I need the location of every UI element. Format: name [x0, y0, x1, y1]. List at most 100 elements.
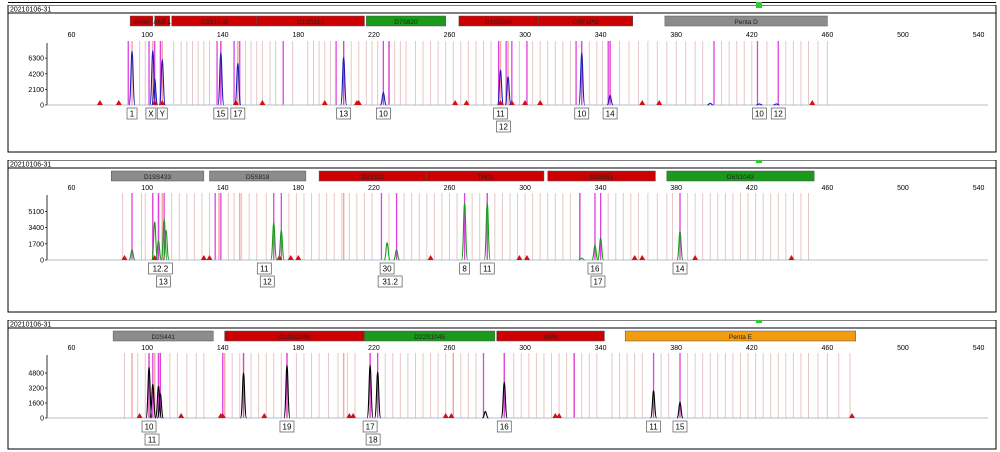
x-tick-label: 180 [292, 185, 304, 192]
y-tick-label: 2100 [28, 87, 44, 94]
artifact-peak [692, 255, 699, 260]
x-tick-label: 460 [822, 185, 834, 192]
allele-label: 11 [148, 436, 157, 445]
artifact-peak [178, 413, 185, 418]
allele-label: 12.2 [153, 265, 169, 274]
marker-label: D7S820 [394, 19, 418, 26]
allele-label: 11 [260, 265, 269, 274]
x-tick-label: 300 [519, 32, 531, 39]
y-tick-label: 0 [40, 103, 44, 110]
allele-label: 10 [379, 110, 388, 119]
allele-label: 15 [216, 110, 225, 119]
artifact-peak [639, 255, 646, 260]
marker-label: vWA [544, 334, 558, 341]
artifact-peak [206, 255, 213, 260]
status-indicator [756, 160, 762, 163]
y-tick-label: 1700 [28, 241, 44, 248]
marker-label: Penta D [734, 19, 758, 26]
allele-label: 18 [369, 436, 378, 445]
allele-label: 15 [676, 423, 685, 432]
artifact-peak [321, 100, 328, 105]
allele-label: 14 [676, 265, 685, 274]
top-border [8, 0, 996, 3]
x-tick-label: 100 [141, 32, 153, 39]
electropherogram-panel-3: 20210106-31 D2S441 D10S1248 D22S1045 vWA Pent… [7, 320, 997, 450]
artifact-peak [427, 255, 434, 260]
x-tick-label: 180 [292, 345, 304, 352]
marker-label: D5S818 [246, 174, 270, 181]
marker-label: D21S11 [361, 174, 384, 181]
allele-label: 16 [591, 265, 600, 274]
marker-label: D19S433 [144, 174, 171, 181]
x-tick-label: 220 [368, 32, 380, 39]
marker-label: Penta E [729, 334, 753, 341]
artifact-peak [639, 100, 646, 105]
x-tick-label: 500 [897, 185, 909, 192]
artifact-peak [442, 413, 449, 418]
allele-label: 10 [577, 110, 586, 119]
x-tick-label: 420 [746, 345, 758, 352]
allele-label: 17 [366, 423, 375, 432]
x-tick-label: 540 [973, 185, 985, 192]
allele-label: 30 [383, 265, 392, 274]
allele-label: 1 [130, 110, 135, 119]
allele-label: 17 [233, 110, 242, 119]
allele-label: 14 [606, 110, 615, 119]
artifact-peak [631, 255, 638, 260]
x-tick-label: 540 [973, 32, 985, 39]
artifact-peak [259, 100, 266, 105]
marker-label: CSF1PO [573, 19, 599, 26]
allele-label: 10 [755, 110, 764, 119]
x-tick-label: 260 [444, 185, 456, 192]
x-tick-label: 380 [670, 32, 682, 39]
status-indicator [756, 320, 762, 323]
y-tick-label: 3200 [28, 386, 44, 393]
x-tick-label: 140 [217, 185, 229, 192]
allele-label: 11 [649, 423, 658, 432]
x-tick-label: 180 [292, 32, 304, 39]
panel-title: 20210106-31 [10, 7, 51, 14]
x-tick-label: 420 [746, 32, 758, 39]
marker-label: D10S1248 [279, 334, 310, 341]
x-tick-label: 300 [519, 185, 531, 192]
x-tick-label: 60 [68, 185, 76, 192]
allele-label: 17 [594, 278, 603, 287]
x-tick-label: 140 [217, 32, 229, 39]
y-tick-label: 0 [40, 416, 44, 423]
y-tick-label: 4200 [28, 71, 44, 78]
allele-label: 12 [774, 110, 783, 119]
x-tick-label: 220 [368, 345, 380, 352]
artifact-peak [556, 413, 563, 418]
x-tick-label: 60 [68, 345, 76, 352]
allele-label: 11 [483, 265, 492, 274]
x-tick-label: 420 [746, 185, 758, 192]
allele-label: 16 [500, 423, 509, 432]
x-tick-label: 380 [670, 345, 682, 352]
electropherogram-panel-2: 20210106-31 D19S433 D5S818 D21S11 TH01 D18S51… [7, 160, 997, 313]
y-tick-label: 4800 [28, 371, 44, 378]
marker-label: TH01 [477, 174, 493, 181]
x-tick-label: 460 [822, 345, 834, 352]
marker-label: D13S317 [297, 19, 324, 26]
marker-label: AMEL [153, 19, 171, 26]
x-tick-label: 500 [897, 32, 909, 39]
artifact-peak [809, 100, 816, 105]
x-tick-label: 260 [444, 32, 456, 39]
x-tick-label: 60 [68, 32, 76, 39]
electropherogram-page: 20210106-31 Amel AMEL D3S1358 D13S317 D7S820 D… [0, 0, 1000, 452]
x-tick-label: 380 [670, 185, 682, 192]
x-tick-label: 460 [822, 32, 834, 39]
panel-title: 20210106-31 [10, 322, 51, 329]
allele-label: 31.2 [382, 278, 398, 287]
allele-label: Y [160, 110, 166, 119]
panel-title: 20210106-31 [10, 162, 51, 169]
marker-label: D6S1043 [727, 174, 754, 181]
artifact-peak [537, 100, 544, 105]
x-tick-label: 220 [368, 185, 380, 192]
x-tick-label: 260 [444, 345, 456, 352]
x-tick-label: 340 [595, 32, 607, 39]
allele-label: 12 [499, 123, 508, 132]
allele-label: 19 [283, 423, 292, 432]
y-tick-label: 6300 [28, 56, 44, 63]
x-tick-label: 100 [141, 185, 153, 192]
